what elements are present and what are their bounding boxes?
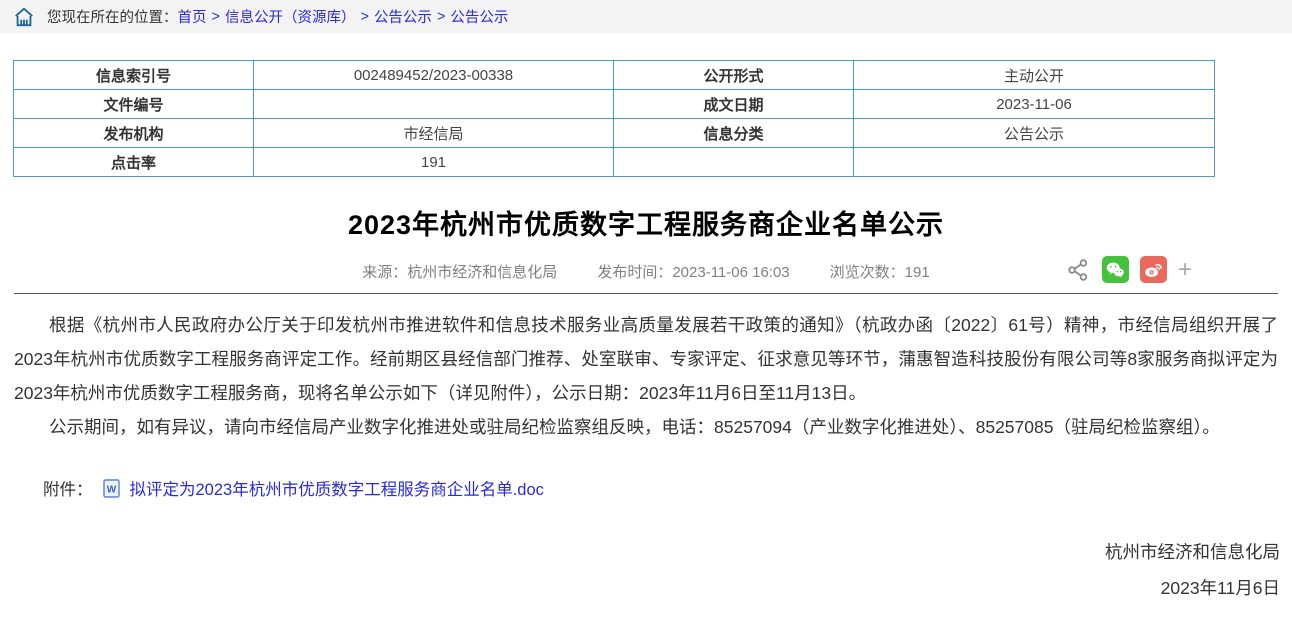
share-nodes-icon[interactable] bbox=[1065, 257, 1091, 283]
breadcrumb-separator: > bbox=[437, 9, 445, 25]
breadcrumb-prefix: 您现在所在的位置： bbox=[47, 6, 178, 27]
info-label-index-number: 信息索引号 bbox=[14, 61, 254, 90]
info-value-file-number bbox=[254, 90, 614, 119]
word-doc-icon: W bbox=[103, 479, 120, 498]
home-icon[interactable] bbox=[13, 6, 35, 28]
weibo-share-icon[interactable] bbox=[1140, 256, 1167, 283]
breadcrumb-item-announcements[interactable]: 公告公示 bbox=[374, 6, 432, 27]
page-title: 2023年杭州市优质数字工程服务商企业名单公示 bbox=[0, 203, 1292, 242]
info-value-publisher: 市经信局 bbox=[254, 119, 614, 148]
breadcrumb-item-announcements-current[interactable]: 公告公示 bbox=[450, 6, 508, 27]
svg-text:W: W bbox=[106, 484, 116, 495]
info-value-disclosure-form: 主动公开 bbox=[854, 61, 1215, 90]
table-row: 发布机构 市经信局 信息分类 公告公示 bbox=[14, 119, 1215, 148]
signature-block: 杭州市经济和信息化局 2023年11月6日 bbox=[0, 534, 1292, 606]
breadcrumb-item-info-disclosure[interactable]: 信息公开（资源库） bbox=[225, 6, 356, 27]
attachment-link[interactable]: 拟评定为2023年杭州市优质数字工程服务商企业名单.doc bbox=[130, 476, 544, 500]
info-label-click-rate: 点击率 bbox=[14, 148, 254, 177]
breadcrumb-separator: > bbox=[360, 9, 368, 25]
attachment-row: 附件： W 拟评定为2023年杭州市优质数字工程服务商企业名单.doc bbox=[0, 476, 1292, 500]
share-toolbar: + bbox=[1065, 256, 1192, 283]
info-value-empty bbox=[854, 148, 1215, 177]
breadcrumb: 您现在所在的位置： 首页 > 信息公开（资源库） > 公告公示 > 公告公示 bbox=[0, 0, 1292, 33]
table-row: 信息索引号 002489452/2023-00338 公开形式 主动公开 bbox=[14, 61, 1215, 90]
signature-org: 杭州市经济和信息化局 bbox=[0, 534, 1280, 570]
info-label-publisher: 发布机构 bbox=[14, 119, 254, 148]
info-label-category: 信息分类 bbox=[614, 119, 854, 148]
share-more-button[interactable]: + bbox=[1178, 258, 1192, 282]
info-value-category: 公告公示 bbox=[854, 119, 1215, 148]
paragraph: 根据《杭州市人民政府办公厅关于印发杭州市推进软件和信息技术服务业高质量发展若干政… bbox=[14, 308, 1278, 410]
breadcrumb-item-home[interactable]: 首页 bbox=[178, 6, 207, 27]
info-label-issue-date: 成文日期 bbox=[614, 90, 854, 119]
article-meta: 来源：杭州市经济和信息化局 发布时间：2023-11-06 16:03 浏览次数… bbox=[0, 258, 1292, 284]
meta-source: 来源：杭州市经济和信息化局 bbox=[362, 261, 557, 282]
paragraph: 公示期间，如有异议，请向市经信局产业数字化推进处或驻局纪检监察组反映，电话：85… bbox=[14, 410, 1278, 444]
info-label-file-number: 文件编号 bbox=[14, 90, 254, 119]
info-label-disclosure-form: 公开形式 bbox=[614, 61, 854, 90]
info-value-click-rate: 191 bbox=[254, 148, 614, 177]
info-value-issue-date: 2023-11-06 bbox=[854, 90, 1215, 119]
document-info-table: 信息索引号 002489452/2023-00338 公开形式 主动公开 文件编… bbox=[13, 60, 1215, 177]
table-row: 文件编号 成文日期 2023-11-06 bbox=[14, 90, 1215, 119]
signature-date: 2023年11月6日 bbox=[0, 570, 1280, 606]
meta-publish-time: 发布时间：2023-11-06 16:03 bbox=[597, 261, 789, 282]
info-value-index-number: 002489452/2023-00338 bbox=[254, 61, 614, 90]
table-row: 点击率 191 bbox=[14, 148, 1215, 177]
meta-view-count: 浏览次数：191 bbox=[830, 261, 930, 282]
attachment-label: 附件： bbox=[43, 476, 93, 500]
article-body: 根据《杭州市人民政府办公厅关于印发杭州市推进软件和信息技术服务业高质量发展若干政… bbox=[0, 294, 1292, 444]
info-label-empty bbox=[614, 148, 854, 177]
wechat-share-icon[interactable] bbox=[1102, 256, 1129, 283]
related-links-row: 相关链接： 关于组织开展2023年第四批杭州市工信领域项目申报工作的通知 bbox=[0, 622, 1292, 626]
breadcrumb-separator: > bbox=[212, 9, 220, 25]
